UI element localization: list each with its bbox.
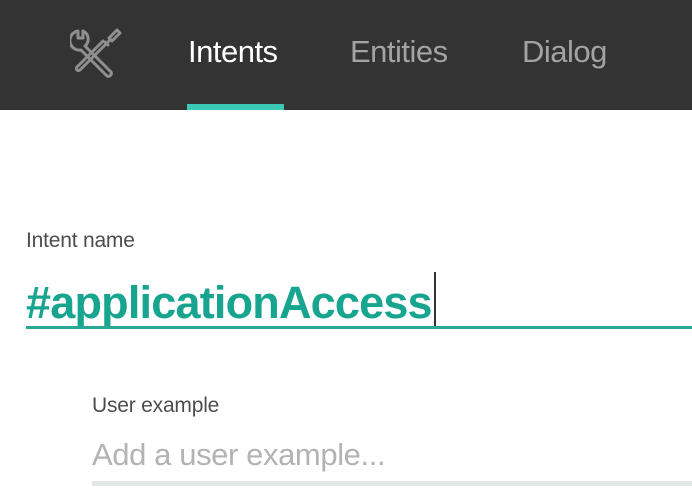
user-example-label: User example — [92, 394, 220, 417]
intent-name-label: Intent name — [26, 229, 135, 252]
intent-name-value[interactable]: #applicationAccess — [26, 272, 436, 328]
intent-name-underline — [26, 326, 692, 329]
tab-intents[interactable]: Intents — [188, 34, 278, 70]
active-tab-indicator — [187, 104, 284, 110]
text-cursor — [433, 272, 436, 328]
tab-entities[interactable]: Entities — [350, 34, 448, 70]
user-example-underline — [92, 481, 692, 486]
tools-icon[interactable] — [70, 26, 122, 78]
user-example-input[interactable] — [92, 432, 692, 478]
intent-name-field[interactable]: #applicationAccess — [26, 266, 692, 330]
top-nav-bar: Intents Entities Dialog — [0, 0, 692, 110]
tab-dialog[interactable]: Dialog — [522, 34, 607, 70]
intent-name-text: #applicationAccess — [26, 277, 433, 328]
